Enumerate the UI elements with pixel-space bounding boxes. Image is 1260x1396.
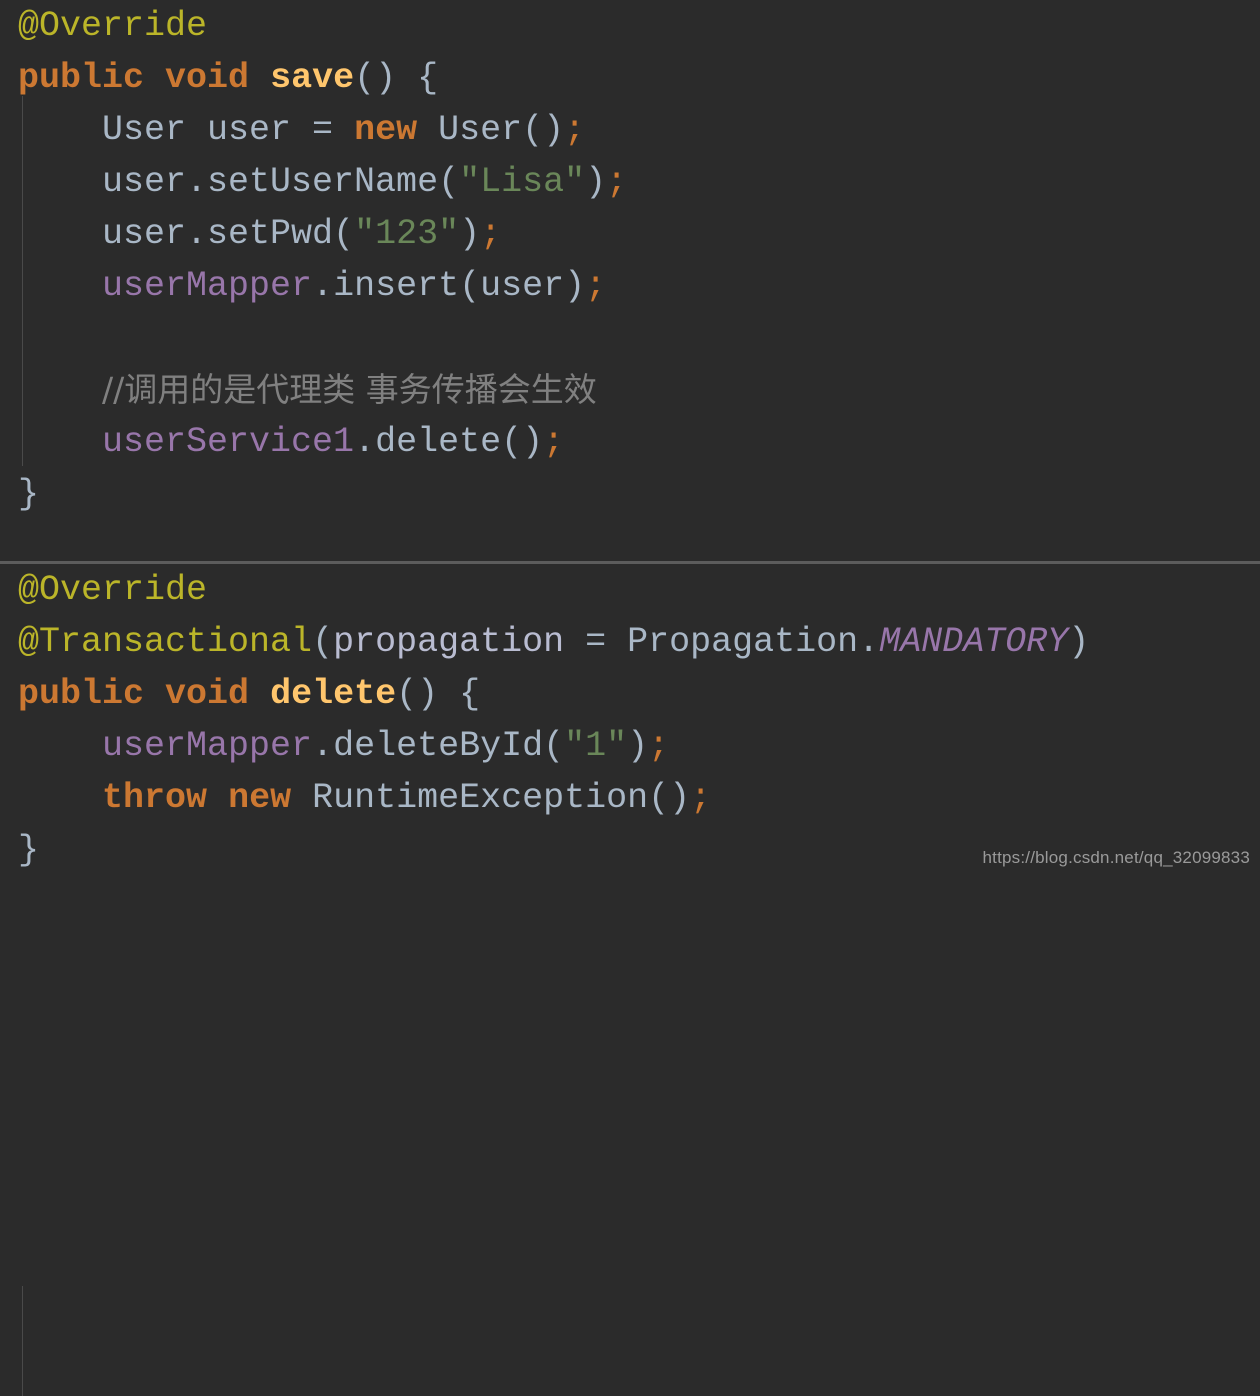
code-token-plain: RuntimeException() [291,778,691,818]
code-screenshot: @Override public void save() { User user … [0,0,1260,1396]
code-line: } [0,468,1260,520]
code-line: user.setUserName("Lisa"); [0,156,1260,208]
code-token-field: userService1 [102,422,355,462]
code-token-plain: = Propagation. [564,622,880,662]
code-token-annotation: @Override [18,570,208,610]
code-token-plain: User user = [18,110,355,150]
code-token-semi: ; [690,778,712,818]
code-block-save-method: @Override public void save() { User user … [0,0,1260,561]
code-token-plain: ) [627,726,649,766]
code-line: @Transactional(propagation = Propagation… [0,616,1260,668]
code-token-annotation: @Transactional [18,622,313,662]
code-token-punct: () { [396,674,481,714]
code-token-plain: User() [417,110,565,150]
code-lines-delete: @Override @Transactional(propagation = Pr… [0,564,1260,876]
code-token-parameter: propagation [333,622,565,662]
code-token-keyword: void [165,58,250,98]
code-line: @Override [0,0,1260,52]
code-token-string: "1" [564,726,628,766]
code-token-semi: ; [606,162,628,202]
code-token-plain: user.setPwd( [18,214,355,254]
code-line: userMapper.deleteById("1"); [0,720,1260,772]
code-token-punct: ) [1068,622,1090,662]
code-token-semi: ; [480,214,502,254]
code-token-plain: ) [459,214,481,254]
code-token-field: userMapper [102,266,313,306]
code-token-keyword: public [18,58,145,98]
code-token-brace: } [18,474,40,514]
code-token-punct: ( [312,622,334,662]
code-token-keyword: throw [102,778,208,818]
code-token-method: delete [270,674,397,714]
code-line: User user = new User(); [0,104,1260,156]
code-line: userMapper.insert(user); [0,260,1260,312]
code-line: @Override [0,564,1260,616]
code-token-plain: .deleteById( [312,726,565,766]
code-line: //调用的是代理类 事务传播会生效 [0,364,1260,416]
code-token-comment-cjk: //调用的是代理类 事务传播会生效 [102,370,597,409]
watermark-text: https://blog.csdn.net/qq_32099833 [982,848,1250,867]
code-line: public void delete() { [0,668,1260,720]
code-token-keyword: new [228,778,292,818]
code-token-annotation: @Override [18,6,208,46]
code-line: userService1.delete(); [0,416,1260,468]
code-token-string: "Lisa" [459,162,586,202]
code-token-plain: .delete() [354,422,544,462]
code-token-keyword: public [18,674,145,714]
code-token-plain: ) [585,162,607,202]
code-token-semi: ; [585,266,607,306]
code-token-punct: () { [354,58,439,98]
code-token-semi: ; [564,110,586,150]
code-token-plain: user.setUserName( [18,162,460,202]
code-token-semi: ; [543,422,565,462]
code-token-field: userMapper [102,726,313,766]
code-token-method: save [270,58,355,98]
code-token-keyword: void [165,674,250,714]
code-lines-save: @Override public void save() { User user … [0,0,1260,520]
code-token-brace: } [18,830,40,870]
code-token-semi: ; [648,726,670,766]
code-block-delete-method: @Override @Transactional(propagation = Pr… [0,564,1260,1396]
code-line: user.setPwd("123"); [0,208,1260,260]
code-token-string: "123" [354,214,460,254]
code-token-static: MANDATORY [879,622,1069,662]
code-line: public void save() { [0,52,1260,104]
code-token-keyword: new [354,110,418,150]
code-token-plain: .insert(user) [312,266,586,306]
code-line: throw new RuntimeException(); [0,772,1260,824]
indent-guide [22,1286,23,1396]
